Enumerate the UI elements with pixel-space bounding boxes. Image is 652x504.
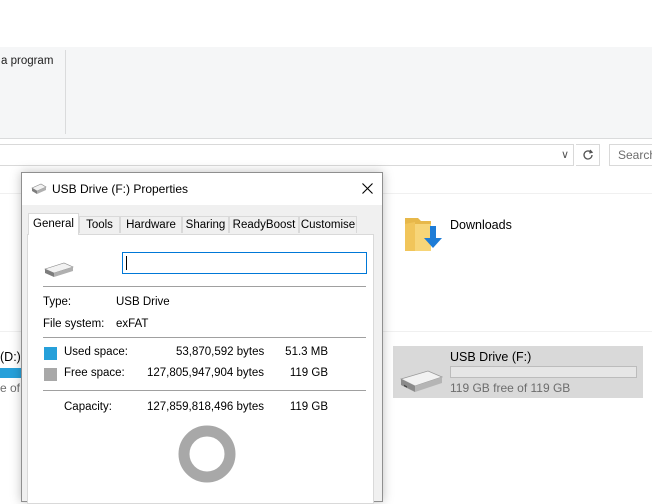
tab-hardware[interactable]: Hardware <box>120 216 182 233</box>
folder-label-downloads[interactable]: Downloads <box>450 218 512 232</box>
tab-customise[interactable]: Customise <box>299 216 357 233</box>
address-bar[interactable] <box>0 144 574 166</box>
free-space-size: 119 GB <box>280 367 328 379</box>
free-space-swatch <box>44 368 57 381</box>
usage-donut-chart <box>178 425 236 483</box>
drive-f-usage-bar <box>450 366 637 378</box>
usb-drive-icon <box>44 262 74 278</box>
free-space-label: Free space: <box>64 367 125 379</box>
used-space-swatch <box>44 347 57 360</box>
refresh-button[interactable] <box>576 144 600 166</box>
divider <box>43 337 366 338</box>
used-space-bytes: 53,870,592 bytes <box>176 346 264 358</box>
dialog-title: USB Drive (F:) Properties <box>52 182 188 196</box>
usb-drive-icon[interactable] <box>398 369 444 393</box>
file-system-label: File system: <box>43 318 104 330</box>
search-placeholder: Search <box>618 148 652 162</box>
drive-f-label[interactable]: USB Drive (F:) <box>450 350 531 364</box>
ribbon-separator <box>65 50 66 134</box>
usb-drive-icon <box>31 183 47 195</box>
free-space-bytes: 127,805,947,904 bytes <box>128 367 264 379</box>
close-icon <box>362 183 373 194</box>
file-system-value: exFAT <box>116 318 148 330</box>
ribbon-tabs-area <box>0 0 652 48</box>
refresh-icon <box>576 145 600 165</box>
properties-dialog: USB Drive (F:) Properties General Tools … <box>21 172 383 502</box>
divider <box>43 286 366 287</box>
general-tab-panel: Type: USB Drive File system: exFAT Used … <box>27 234 374 504</box>
drive-name-input[interactable] <box>122 252 367 274</box>
tab-sharing[interactable]: Sharing <box>182 216 229 233</box>
drive-d-free-text: e of <box>0 381 20 395</box>
ribbon-panel <box>0 47 652 139</box>
tab-tools[interactable]: Tools <box>79 216 120 233</box>
used-space-label: Used space: <box>64 346 128 358</box>
capacity-size: 119 GB <box>280 401 328 413</box>
text-caret <box>126 256 127 270</box>
used-space-size: 51.3 MB <box>280 346 328 358</box>
drive-d-usage-bar <box>0 368 22 378</box>
downloads-folder-icon[interactable] <box>403 212 445 256</box>
tab-general[interactable]: General <box>28 213 79 235</box>
type-value: USB Drive <box>116 296 170 308</box>
donut-free-segment <box>184 431 230 477</box>
ribbon-run-program-label[interactable]: a program <box>1 55 53 67</box>
dialog-titlebar[interactable]: USB Drive (F:) Properties <box>22 173 382 205</box>
divider <box>43 390 366 391</box>
drive-f-free-text: 119 GB free of 119 GB <box>450 381 570 395</box>
tab-readyboost[interactable]: ReadyBoost <box>229 216 299 233</box>
capacity-bytes: 127,859,818,496 bytes <box>128 401 264 413</box>
drive-d-label[interactable]: (D:) <box>0 350 21 364</box>
chevron-down-icon[interactable]: ∨ <box>558 148 572 162</box>
capacity-label: Capacity: <box>64 401 112 413</box>
type-label: Type: <box>43 296 71 308</box>
close-button[interactable] <box>352 173 382 203</box>
